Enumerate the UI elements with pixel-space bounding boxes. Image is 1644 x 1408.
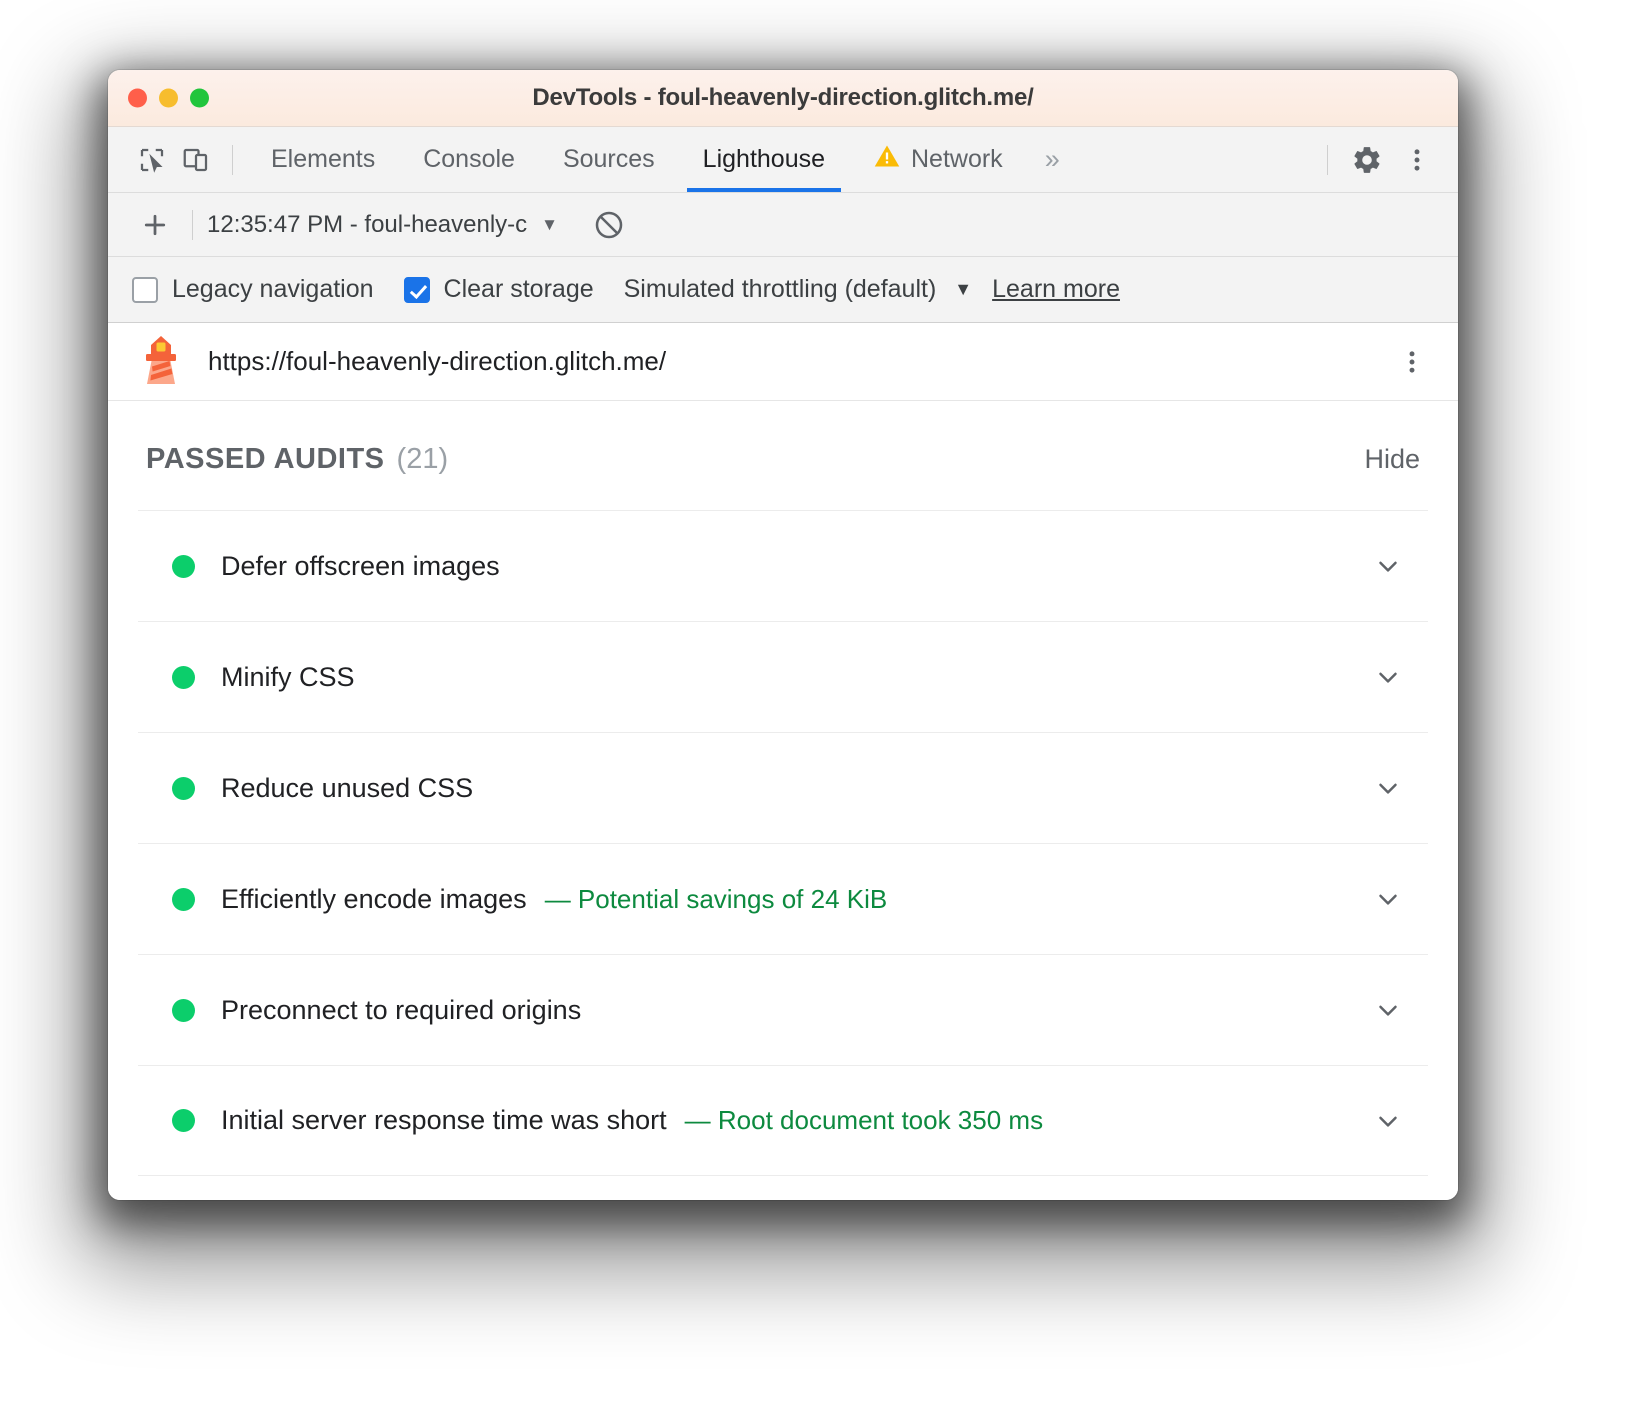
clear-all-icon[interactable] <box>584 200 634 250</box>
more-tabs-icon[interactable]: » <box>1027 144 1076 175</box>
lighthouse-run-toolbar: 12:35:47 PM - foul-heavenly-c ▼ <box>108 193 1458 257</box>
audit-row[interactable]: Preconnect to required origins <box>138 954 1428 1065</box>
maximize-window-button[interactable] <box>190 89 209 108</box>
report-select-dropdown[interactable]: 12:35:47 PM - foul-heavenly-c ▼ <box>207 211 558 239</box>
tab-network[interactable]: Network <box>849 127 1027 192</box>
report-select-value: 12:35:47 PM - foul-heavenly-c <box>207 211 527 239</box>
pass-status-icon <box>172 777 195 800</box>
new-report-button[interactable] <box>132 202 178 248</box>
kebab-menu-icon[interactable] <box>1392 135 1442 185</box>
close-window-button[interactable] <box>128 89 147 108</box>
throttling-dropdown[interactable]: Simulated throttling (default) ▼ <box>624 275 973 304</box>
window-title: DevTools - foul-heavenly-direction.glitc… <box>108 84 1458 112</box>
chevron-down-icon: ▼ <box>954 279 972 300</box>
chevron-down-icon[interactable] <box>1368 768 1408 808</box>
tab-lighthouse[interactable]: Lighthouse <box>679 127 849 192</box>
traffic-light-controls <box>128 89 209 108</box>
report-url: https://foul-heavenly-direction.glitch.m… <box>208 346 666 377</box>
tab-console[interactable]: Console <box>399 127 539 192</box>
section-count: (21) <box>397 443 449 476</box>
clear-storage-checkbox[interactable] <box>404 277 430 303</box>
kebab-menu-icon[interactable] <box>1390 340 1434 384</box>
devtools-tabbar: Elements Console Sources Lighthouse <box>108 127 1458 193</box>
audit-row[interactable]: Reduce unused CSS <box>138 732 1428 843</box>
devtools-window: DevTools - foul-heavenly-direction.glitc… <box>108 70 1458 1200</box>
screenshot-root: DevTools - foul-heavenly-direction.glitc… <box>0 0 1644 1408</box>
audit-detail: — Potential savings of 24 KiB <box>545 884 888 915</box>
audit-title: Initial server response time was short <box>221 1105 667 1136</box>
pass-status-icon <box>172 888 195 911</box>
lighthouse-report-body: PASSED AUDITS (21) Hide Defer offscreen … <box>108 401 1458 1200</box>
tab-lighthouse-label: Lighthouse <box>703 145 825 174</box>
inspect-element-icon[interactable] <box>130 138 174 182</box>
section-title: PASSED AUDITS <box>146 443 385 476</box>
hide-button[interactable]: Hide <box>1364 444 1420 475</box>
audit-row[interactable]: Initial server response time was short —… <box>138 1065 1428 1176</box>
audit-title: Minify CSS <box>221 662 355 693</box>
clear-storage-option[interactable]: Clear storage <box>404 275 594 304</box>
tab-sources[interactable]: Sources <box>539 127 679 192</box>
lighthouse-icon <box>138 333 184 390</box>
audit-title: Defer offscreen images <box>221 551 500 582</box>
lighthouse-options-row: Legacy navigation Clear storage Simulate… <box>108 257 1458 323</box>
legacy-navigation-checkbox[interactable] <box>132 277 158 303</box>
tab-elements[interactable]: Elements <box>247 127 399 192</box>
pass-status-icon <box>172 999 195 1022</box>
audit-row[interactable]: Defer offscreen images <box>138 510 1428 621</box>
tabbar-actions <box>1313 135 1442 185</box>
tabbar-actions-divider <box>1327 145 1328 175</box>
chevron-down-icon[interactable] <box>1368 990 1408 1030</box>
audit-title: Reduce unused CSS <box>221 773 473 804</box>
audit-row[interactable]: Efficiently encode images — Potential sa… <box>138 843 1428 954</box>
chevron-down-icon[interactable] <box>1368 546 1408 586</box>
tab-sources-label: Sources <box>563 145 655 174</box>
runbar-divider <box>192 210 193 240</box>
legacy-navigation-label: Legacy navigation <box>172 275 374 304</box>
chevron-down-icon[interactable] <box>1368 879 1408 919</box>
gear-icon[interactable] <box>1342 135 1392 185</box>
chevron-down-icon[interactable] <box>1368 1101 1408 1141</box>
legacy-navigation-option[interactable]: Legacy navigation <box>132 275 374 304</box>
device-toolbar-icon[interactable] <box>174 138 218 182</box>
report-url-strip: https://foul-heavenly-direction.glitch.m… <box>108 323 1458 401</box>
audit-row[interactable]: Minify CSS <box>138 621 1428 732</box>
panel-tabs: Elements Console Sources Lighthouse <box>247 127 1076 192</box>
clear-storage-label: Clear storage <box>444 275 594 304</box>
learn-more-link[interactable]: Learn more <box>992 275 1120 304</box>
tab-elements-label: Elements <box>271 145 375 174</box>
window-titlebar: DevTools - foul-heavenly-direction.glitc… <box>108 70 1458 127</box>
passed-audits-header: PASSED AUDITS (21) Hide <box>138 401 1428 510</box>
throttling-label: Simulated throttling (default) <box>624 275 937 304</box>
pass-status-icon <box>172 1109 195 1132</box>
tab-console-label: Console <box>423 145 515 174</box>
minimize-window-button[interactable] <box>159 89 178 108</box>
audit-title: Preconnect to required origins <box>221 995 581 1026</box>
chevron-down-icon[interactable] <box>1368 657 1408 697</box>
pass-status-icon <box>172 555 195 578</box>
audit-title: Efficiently encode images <box>221 884 527 915</box>
audit-detail: — Root document took 350 ms <box>685 1105 1043 1136</box>
chevron-down-icon: ▼ <box>541 215 558 235</box>
audit-list: Defer offscreen images Minify CSS <box>138 510 1428 1176</box>
warning-triangle-icon <box>873 142 901 177</box>
tab-network-label: Network <box>911 145 1003 174</box>
tabbar-divider <box>232 145 233 175</box>
pass-status-icon <box>172 666 195 689</box>
